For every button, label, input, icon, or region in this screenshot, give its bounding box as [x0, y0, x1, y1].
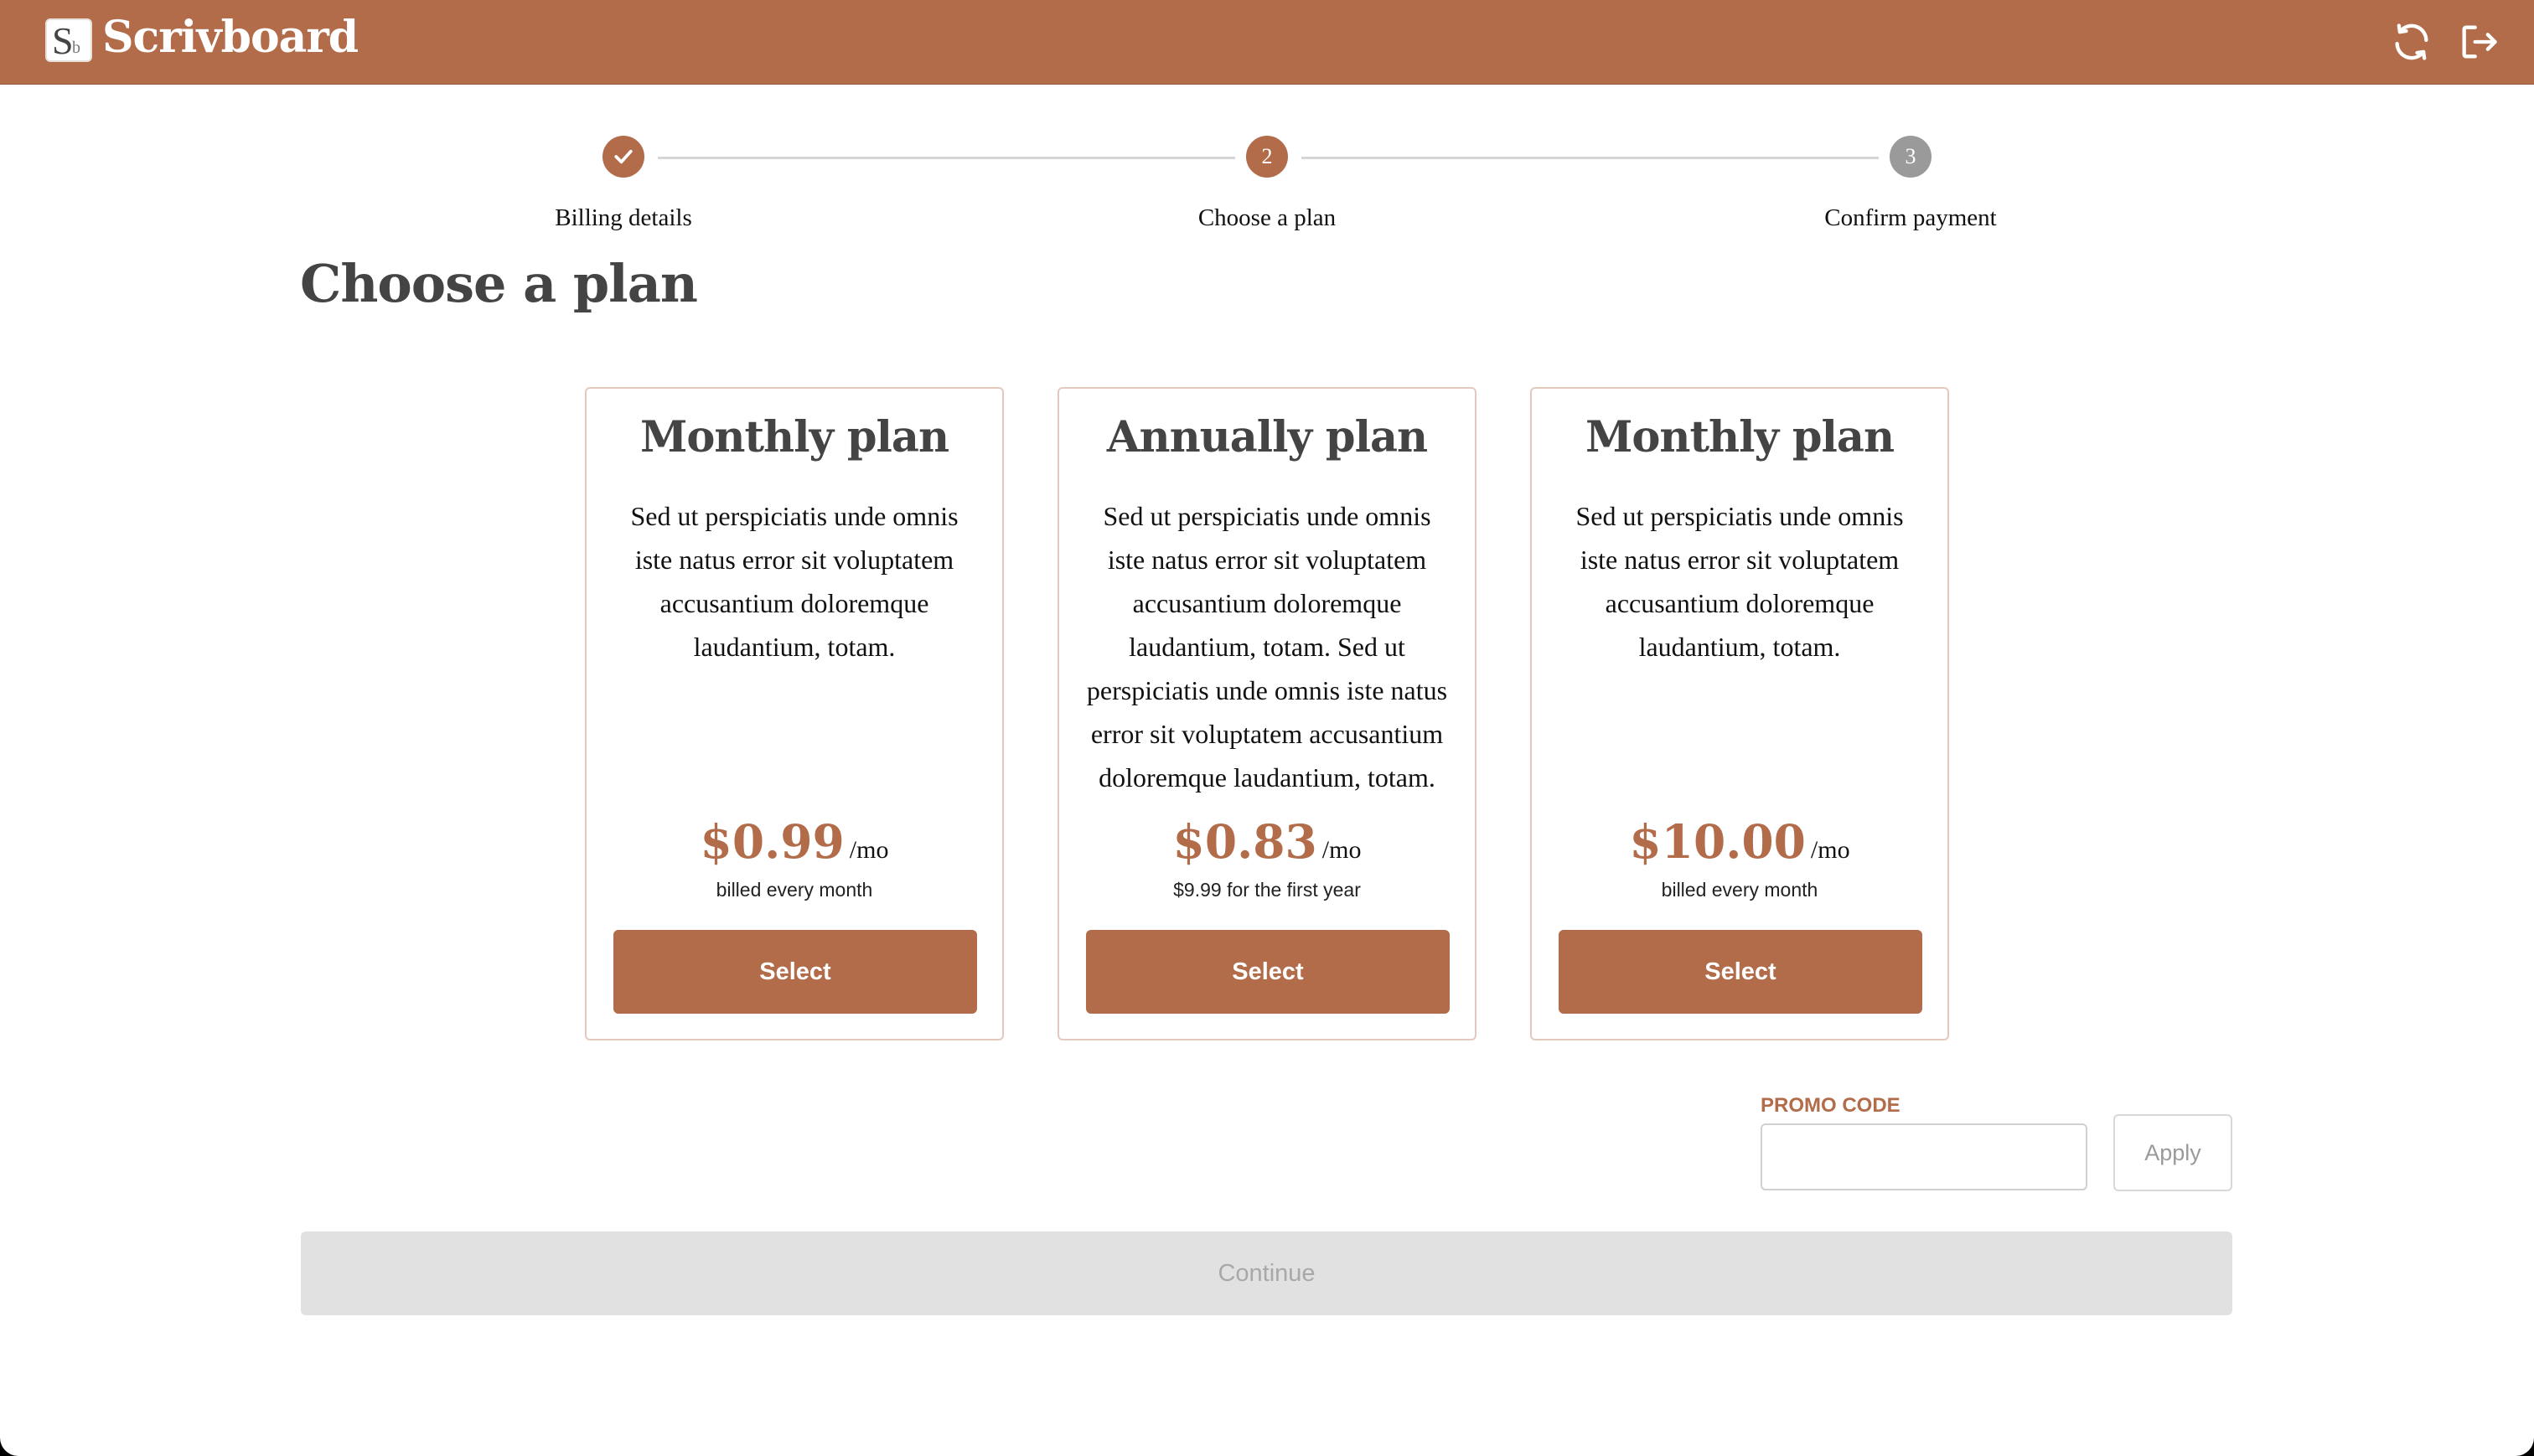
price-row: $0.99/mo — [587, 814, 1002, 869]
plan-title: Monthly plan — [639, 412, 949, 462]
select-plan-button[interactable]: Select — [1086, 930, 1450, 1014]
promo-code-input[interactable] — [1761, 1123, 2087, 1190]
plan-period: /mo — [849, 836, 889, 864]
price-row: $0.83/mo — [1059, 814, 1475, 869]
step-connector — [658, 157, 1235, 159]
logout-icon[interactable] — [2457, 20, 2500, 64]
continue-button[interactable]: Continue — [301, 1231, 2232, 1315]
plan-price: $10.00 — [1629, 814, 1806, 869]
plan-description: Sed ut perspiciatis unde omnis iste natu… — [1575, 501, 1904, 662]
select-plan-button[interactable]: Select — [613, 930, 977, 1014]
plan-period: /mo — [1810, 836, 1850, 864]
refresh-icon[interactable] — [2390, 20, 2433, 64]
select-plan-button[interactable]: Select — [1559, 930, 1922, 1014]
plan-description: Sed ut perspiciatis unde omnis iste natu… — [1086, 501, 1448, 793]
plan-period: /mo — [1321, 836, 1362, 864]
billing-note: $9.99 for the first year — [1173, 879, 1361, 901]
step-connector — [1301, 157, 1879, 159]
plan-description: Sed ut perspiciatis unde omnis iste natu… — [630, 501, 959, 662]
step-3-label: Confirm payment — [1824, 204, 1997, 231]
checkmark-icon — [614, 149, 633, 164]
step-1-label: Billing details — [555, 204, 692, 231]
logo-letter-main: S — [52, 19, 74, 62]
plan-card-annually: Annually plan Sed ut perspiciatis unde o… — [1058, 387, 1476, 1040]
plan-price: $0.83 — [1172, 814, 1317, 869]
plan-card-monthly: Monthly plan Sed ut perspiciatis unde om… — [585, 387, 1004, 1040]
step-2-label: Choose a plan — [1197, 204, 1337, 231]
plan-price: $0.99 — [700, 814, 845, 869]
plan-card-monthly-premium: Monthly plan Sed ut perspiciatis unde om… — [1530, 387, 1949, 1040]
app-logo: S b — [45, 18, 92, 62]
step-2-indicator[interactable]: 2 — [1246, 136, 1288, 178]
page-title: Choose a plan — [300, 253, 698, 314]
billing-note: billed every month — [1661, 879, 1818, 901]
logo-letter-sub: b — [72, 39, 80, 57]
app-header: S b Scrivboard — [0, 0, 2534, 85]
promo-code-label: PROMO CODE — [1761, 1094, 1900, 1117]
price-row: $10.00/mo — [1532, 814, 1947, 869]
plan-title: Annually plan — [1106, 412, 1428, 462]
app-name: Scrivboard — [102, 12, 359, 63]
step-3-indicator[interactable]: 3 — [1890, 136, 1932, 178]
apply-promo-button[interactable]: Apply — [2113, 1114, 2232, 1191]
billing-note: billed every month — [716, 879, 873, 901]
app-window: S b Scrivboard 2 3 Billing details Choos… — [0, 0, 2534, 1456]
plan-title: Monthly plan — [1585, 412, 1895, 462]
step-1-complete-icon[interactable] — [602, 136, 644, 178]
